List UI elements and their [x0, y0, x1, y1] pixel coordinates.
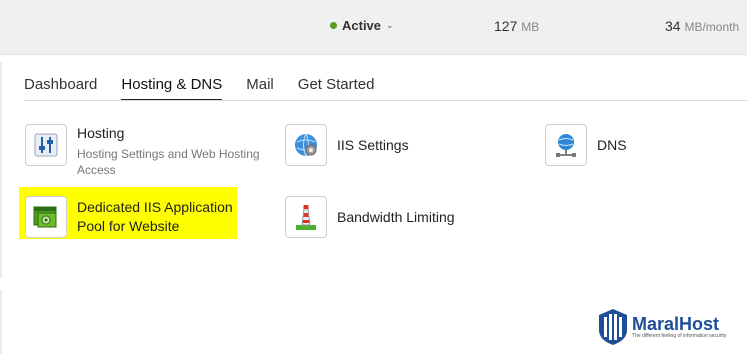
- globe-gear-icon: [285, 124, 327, 166]
- panel-edge: [0, 290, 2, 354]
- traffic-unit: MB/month: [684, 20, 740, 34]
- storage-unit: MB: [521, 20, 540, 34]
- pool-title-line1[interactable]: Dedicated IIS Application: [77, 198, 233, 217]
- pool-title-line2[interactable]: Pool for Website: [77, 217, 233, 236]
- subscription-status[interactable]: Active ⌄: [330, 18, 394, 33]
- tab-get-started[interactable]: Get Started: [298, 76, 375, 101]
- storage-value: 127: [494, 18, 518, 34]
- chevron-down-icon: ⌄: [386, 20, 394, 30]
- dns-title[interactable]: DNS: [597, 136, 627, 155]
- status-dot-icon: [330, 22, 337, 29]
- storage-usage: 127 MB: [494, 18, 539, 34]
- shield-logo-icon: [599, 309, 627, 345]
- hosting-title[interactable]: Hosting: [77, 124, 277, 143]
- tab-mail[interactable]: Mail: [246, 76, 274, 101]
- bandwidth-limiting-title[interactable]: Bandwidth Limiting: [337, 208, 455, 227]
- window-gear-icon: [25, 196, 67, 238]
- top-status-bar: Active ⌄ 127 MB 34 MB/month: [0, 0, 747, 55]
- brand-tagline: The different feeling of information sec…: [632, 332, 727, 339]
- tab-hosting-dns[interactable]: Hosting & DNS: [121, 76, 223, 101]
- hosting-tile[interactable]: Hosting Hosting Settings and Web Hosting…: [25, 124, 277, 178]
- dns-tile[interactable]: DNS: [545, 124, 627, 166]
- brand-name: MaralHost: [632, 313, 720, 334]
- tab-dashboard[interactable]: Dashboard: [24, 76, 97, 101]
- status-label: Active: [342, 18, 382, 33]
- iis-settings-title[interactable]: IIS Settings: [337, 136, 409, 155]
- hosting-subtitle: Hosting Settings and Web Hosting Access: [77, 147, 260, 177]
- maralhost-logo: MaralHost The different feeling of infor…: [598, 308, 726, 346]
- tab-bar: Dashboard Hosting & DNS Mail Get Started: [24, 76, 375, 101]
- dedicated-iis-pool-tile[interactable]: Dedicated IIS Application Pool for Websi…: [25, 196, 233, 238]
- traffic-usage: 34 MB/month: [665, 18, 739, 34]
- bandwidth-limiting-tile[interactable]: Bandwidth Limiting: [285, 196, 455, 238]
- traffic-value: 34: [665, 18, 681, 34]
- lighthouse-icon: [285, 196, 327, 238]
- tab-divider: [24, 100, 747, 101]
- globe-network-icon: [545, 124, 587, 166]
- panel-edge: [0, 62, 2, 278]
- sliders-icon: [25, 124, 67, 166]
- iis-settings-tile[interactable]: IIS Settings: [285, 124, 409, 166]
